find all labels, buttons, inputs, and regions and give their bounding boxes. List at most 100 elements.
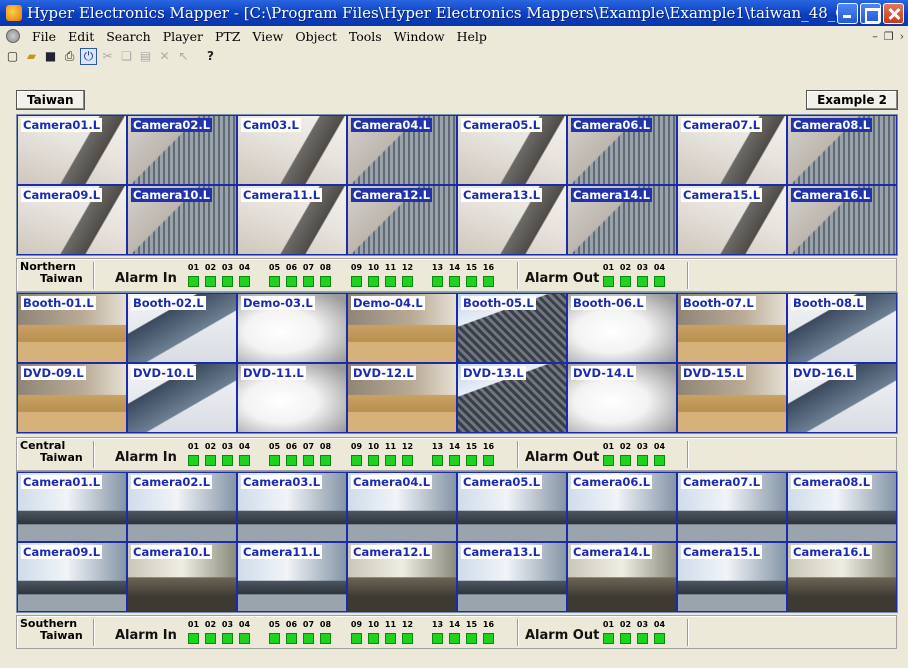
alarm-in-lamp[interactable]: 15 — [465, 262, 478, 287]
menu-view[interactable]: View — [246, 29, 289, 44]
alarm-in-lamp[interactable]: 01 — [187, 619, 200, 644]
alarm-in-lamp[interactable]: 09 — [350, 441, 363, 466]
document-icon[interactable] — [6, 29, 20, 43]
alarm-in-lamp[interactable]: 10 — [367, 262, 380, 287]
menu-file[interactable]: File — [26, 29, 62, 44]
alarm-in-lamp[interactable]: 07 — [302, 262, 315, 287]
help-icon[interactable]: ? — [202, 48, 219, 65]
alarm-in-lamp[interactable]: 12 — [401, 262, 414, 287]
alarm-in-lamp[interactable]: 06 — [285, 619, 298, 644]
menu-object[interactable]: Object — [289, 29, 343, 44]
alarm-in-lamp[interactable]: 06 — [285, 262, 298, 287]
pointer-icon[interactable]: ↖ — [175, 48, 192, 65]
alarm-in-lamp[interactable]: 09 — [350, 619, 363, 644]
alarm-in-lamp[interactable]: 02 — [204, 262, 217, 287]
alarm-out-lamp[interactable]: 01 — [602, 441, 615, 466]
camera-tile[interactable]: Booth-06.L — [567, 293, 677, 363]
camera-tile[interactable]: DVD-15.L — [677, 363, 787, 433]
camera-tile[interactable]: Camera11.L — [237, 185, 347, 255]
camera-tile[interactable]: DVD-11.L — [237, 363, 347, 433]
new-file-icon[interactable]: ▢ — [4, 48, 21, 65]
alarm-in-lamp[interactable]: 05 — [268, 262, 281, 287]
alarm-in-lamp[interactable]: 11 — [384, 262, 397, 287]
minimize-button[interactable] — [837, 2, 858, 24]
power-icon[interactable]: ⏻ — [80, 47, 97, 65]
alarm-in-lamp[interactable]: 05 — [268, 619, 281, 644]
camera-tile[interactable]: Camera04.L — [347, 472, 457, 542]
camera-tile[interactable]: Camera06.L — [567, 115, 677, 185]
open-folder-icon[interactable]: ▰ — [23, 48, 40, 65]
print-icon[interactable]: ⎙ — [61, 48, 78, 65]
alarm-in-lamp[interactable]: 16 — [482, 262, 495, 287]
close-button[interactable] — [883, 2, 904, 24]
alarm-in-lamp[interactable]: 08 — [319, 262, 332, 287]
alarm-in-lamp[interactable]: 03 — [221, 441, 234, 466]
mdi-restore-icon[interactable]: ❐ — [884, 30, 894, 43]
alarm-out-lamp[interactable]: 03 — [636, 441, 649, 466]
alarm-in-lamp[interactable]: 03 — [221, 262, 234, 287]
menu-window[interactable]: Window — [388, 29, 451, 44]
alarm-in-lamp[interactable]: 14 — [448, 441, 461, 466]
alarm-in-lamp[interactable]: 04 — [238, 619, 251, 644]
menu-ptz[interactable]: PTZ — [209, 29, 246, 44]
alarm-in-lamp[interactable]: 08 — [319, 619, 332, 644]
camera-tile[interactable]: Camera14.L — [567, 542, 677, 612]
camera-tile[interactable]: Camera01.L — [17, 472, 127, 542]
alarm-out-lamp[interactable]: 01 — [602, 619, 615, 644]
alarm-in-lamp[interactable]: 16 — [482, 441, 495, 466]
camera-tile[interactable]: Camera08.L — [787, 115, 897, 185]
alarm-in-lamp[interactable]: 13 — [431, 441, 444, 466]
alarm-in-lamp[interactable]: 06 — [285, 441, 298, 466]
camera-tile[interactable]: Camera02.L — [127, 115, 237, 185]
camera-tile[interactable]: Camera16.L — [787, 185, 897, 255]
camera-tile[interactable]: Booth-05.L — [457, 293, 567, 363]
camera-tile[interactable]: Camera10.L — [127, 185, 237, 255]
camera-tile[interactable]: Camera07.L — [677, 115, 787, 185]
camera-tile[interactable]: Camera06.L — [567, 472, 677, 542]
camera-tile[interactable]: Camera13.L — [457, 542, 567, 612]
alarm-in-lamp[interactable]: 11 — [384, 441, 397, 466]
cut-icon[interactable]: ✂ — [99, 48, 116, 65]
alarm-in-lamp[interactable]: 12 — [401, 619, 414, 644]
mdi-minimize-icon[interactable]: – — [872, 30, 878, 43]
alarm-out-lamp[interactable]: 01 — [602, 262, 615, 287]
copy-icon[interactable]: ❏ — [118, 48, 135, 65]
camera-tile[interactable]: Camera10.L — [127, 542, 237, 612]
camera-tile[interactable]: Camera09.L — [17, 542, 127, 612]
menu-tools[interactable]: Tools — [343, 29, 388, 44]
alarm-in-lamp[interactable]: 15 — [465, 619, 478, 644]
camera-tile[interactable]: Demo-04.L — [347, 293, 457, 363]
save-icon[interactable]: ■ — [42, 48, 59, 65]
alarm-in-lamp[interactable]: 04 — [238, 262, 251, 287]
camera-tile[interactable]: DVD-10.L — [127, 363, 237, 433]
alarm-in-lamp[interactable]: 09 — [350, 262, 363, 287]
menu-player[interactable]: Player — [157, 29, 209, 44]
camera-tile[interactable]: DVD-16.L — [787, 363, 897, 433]
menu-help[interactable]: Help — [451, 29, 493, 44]
alarm-out-lamp[interactable]: 04 — [653, 262, 666, 287]
camera-tile[interactable]: DVD-09.L — [17, 363, 127, 433]
alarm-in-lamp[interactable]: 04 — [238, 441, 251, 466]
camera-tile[interactable]: Camera15.L — [677, 185, 787, 255]
alarm-in-lamp[interactable]: 10 — [367, 441, 380, 466]
alarm-in-lamp[interactable]: 05 — [268, 441, 281, 466]
alarm-in-lamp[interactable]: 14 — [448, 619, 461, 644]
camera-tile[interactable]: Camera03.L — [237, 472, 347, 542]
camera-tile[interactable]: Camera11.L — [237, 542, 347, 612]
menu-edit[interactable]: Edit — [62, 29, 100, 44]
alarm-in-lamp[interactable]: 03 — [221, 619, 234, 644]
map-link-taiwan[interactable]: Taiwan — [16, 90, 85, 110]
alarm-in-lamp[interactable]: 15 — [465, 441, 478, 466]
alarm-out-lamp[interactable]: 02 — [619, 619, 632, 644]
camera-tile[interactable]: Camera05.L — [457, 472, 567, 542]
camera-tile[interactable]: Camera15.L — [677, 542, 787, 612]
alarm-in-lamp[interactable]: 13 — [431, 619, 444, 644]
camera-tile[interactable]: Camera13.L — [457, 185, 567, 255]
maximize-button[interactable] — [860, 2, 881, 24]
alarm-out-lamp[interactable]: 03 — [636, 262, 649, 287]
alarm-in-lamp[interactable]: 07 — [302, 441, 315, 466]
camera-tile[interactable]: Booth-08.L — [787, 293, 897, 363]
alarm-in-lamp[interactable]: 08 — [319, 441, 332, 466]
camera-tile[interactable]: Camera09.L — [17, 185, 127, 255]
menu-search[interactable]: Search — [100, 29, 156, 44]
